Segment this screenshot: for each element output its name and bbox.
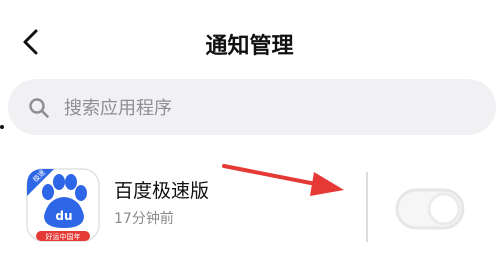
search-input[interactable] [62,89,466,127]
search-bar[interactable] [8,79,496,135]
red-arrow-annotation [222,164,344,196]
page-title: 通知管理 [205,34,294,59]
baidu-paw-icon: 极速 du 好运中国年 [26,168,100,242]
app-last-notification-time: 17分钟前 [114,211,174,227]
header-bar: 通知管理 [0,0,499,88]
notification-toggle[interactable] [394,180,466,236]
icon-logo-text: du [55,209,72,223]
app-name: 百度极速版 [114,180,210,202]
stray-dot [0,125,4,129]
icon-banner-text: 好运中国年 [46,232,81,241]
list-item[interactable]: 极速 du 好运中国年 百度极速版 17分钟前 [0,150,499,263]
divider [366,172,368,242]
search-icon [29,98,49,118]
